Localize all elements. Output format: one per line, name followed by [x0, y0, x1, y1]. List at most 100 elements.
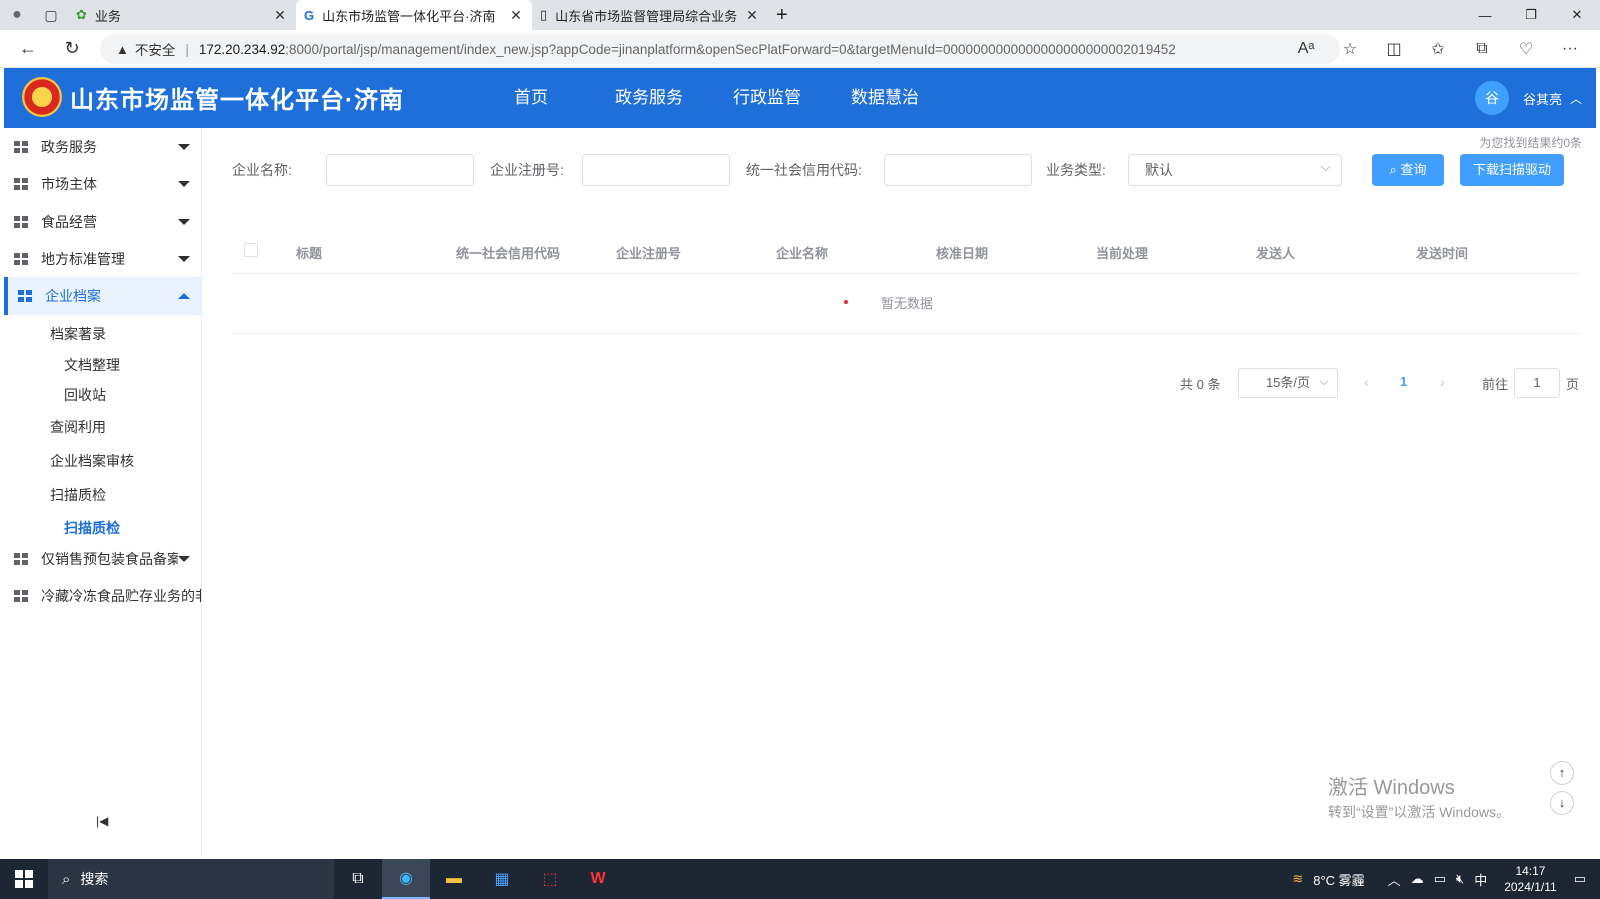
network-icon[interactable]: ▭ — [1434, 871, 1446, 887]
task-view-icon[interactable]: ⧉ — [334, 859, 382, 899]
chevron-up-icon[interactable]: ︿ — [1388, 870, 1401, 889]
watermark-line1: 激活 Windows — [1328, 777, 1455, 799]
goto-page-input[interactable]: 1 — [1514, 368, 1560, 398]
refresh-icon[interactable]: ↻ — [50, 30, 94, 68]
tab-favicon-icon: ✿ — [76, 7, 87, 22]
reg-no-label: 企业注册号: — [490, 162, 564, 178]
main-content: 为您找到结果约0条 企业名称: 企业注册号: 统一社会信用代码: 业务类型: 默… — [212, 128, 1596, 856]
sidebar-leaf-recycle[interactable]: 回收站 — [4, 380, 202, 410]
page-size-select[interactable]: 15条/页 — [1238, 368, 1338, 398]
store-icon[interactable]: ▦ — [478, 859, 526, 899]
user-menu[interactable]: 谷 谷其亮 ︿ — [1474, 81, 1582, 115]
browser-tab-active[interactable]: G 山东市场监管一体化平台·济南 ✕ — [296, 0, 532, 30]
sidebar-leaf-doc-organize[interactable]: 文档整理 — [4, 350, 202, 380]
start-button[interactable] — [0, 859, 48, 899]
query-button[interactable]: ⌕ 查询 — [1372, 154, 1444, 186]
company-name-input[interactable] — [326, 154, 474, 186]
sidebar-sub-archive-catalog[interactable]: 档案著录 — [4, 318, 202, 350]
notification-icon[interactable]: ▭ — [1574, 871, 1586, 887]
download-scan-driver-button[interactable]: 下载扫描驱动 — [1460, 154, 1564, 186]
reg-no-input[interactable] — [582, 154, 730, 186]
col-approval-date: 核准日期 — [936, 246, 989, 261]
file-explorer-icon[interactable]: ▬ — [430, 859, 478, 899]
security-label: 不安全 — [134, 43, 176, 58]
caret-up-icon — [178, 293, 190, 299]
read-aloud-icon[interactable]: Aᵃ — [1284, 40, 1328, 58]
collections-icon[interactable]: ⧉ — [1460, 40, 1504, 58]
sidebar-sub-label: 扫描质检 — [64, 520, 120, 536]
table-header: 标题 统一社会信用代码 企业注册号 企业名称 核准日期 当前处理 发送人 发送时… — [232, 228, 1582, 274]
sidebar-item-food-business[interactable]: 食品经营 — [4, 203, 202, 241]
prev-page-icon[interactable]: ‹ — [1364, 374, 1369, 390]
more-menu-icon[interactable]: ··· — [1548, 40, 1592, 58]
close-tab-icon[interactable]: ✕ — [508, 7, 524, 24]
top-nav: 首页 政务服务 行政监管 数据慧治 — [472, 68, 944, 128]
nav-home[interactable]: 首页 — [472, 68, 590, 128]
sidebar-sub-scan-qc[interactable]: 扫描质检 — [4, 478, 202, 512]
search-form: 企业名称: 企业注册号: 统一社会信用代码: 业务类型: 默认 ⌕ 查询 下载扫… — [232, 154, 1572, 186]
avatar: 谷 — [1474, 81, 1509, 115]
sidebar-item-enterprise-archive[interactable]: 企业档案 — [4, 277, 202, 315]
scroll-up-button[interactable]: ↑ — [1550, 761, 1574, 785]
scroll-down-button[interactable]: ↓ — [1550, 791, 1574, 815]
current-page[interactable]: 1 — [1400, 374, 1407, 389]
edge-browser-icon[interactable]: ◉ — [382, 859, 430, 899]
new-tab-button[interactable]: + — [768, 0, 802, 30]
sidebar: 政务服务 市场主体 食品经营 地方标准管理 企业档案 档案著录 文档整理 回收站… — [4, 128, 202, 856]
credit-code-input[interactable] — [884, 154, 1032, 186]
sidebar-item-label: 冷藏冷冻食品贮存业务的非 — [41, 588, 202, 604]
windows-icon — [15, 870, 33, 888]
favorites-icon[interactable]: ✩ — [1416, 39, 1460, 59]
grid-icon — [14, 177, 29, 191]
sidebar-item-local-standards[interactable]: 地方标准管理 — [4, 240, 202, 278]
browser-tab[interactable]: ▯ 山东省市场监督管理局综合业务 ✕ — [532, 0, 768, 30]
sidebar-item-prepackaged-food[interactable]: 仅销售预包装食品备案 — [4, 540, 202, 578]
close-window-icon[interactable]: ✕ — [1554, 0, 1600, 30]
cloud-icon[interactable]: ☁ — [1411, 871, 1424, 887]
wps-icon[interactable]: W — [574, 859, 622, 899]
close-tab-icon[interactable]: ✕ — [272, 7, 288, 24]
pdf-icon[interactable]: ⬚ — [526, 859, 574, 899]
empty-row: 暂无数据 — [232, 274, 1582, 334]
app-title: 山东市场监管一体化平台·济南 — [70, 87, 404, 114]
nav-gov-service[interactable]: 政务服务 — [590, 68, 708, 128]
browser-tab[interactable]: ✿ 业务 ✕ — [68, 0, 296, 30]
sidebar-item-label: 企业档案 — [45, 288, 101, 304]
sidebar-item-gov-service[interactable]: 政务服务 — [4, 128, 202, 166]
minimize-icon[interactable]: — — [1462, 0, 1508, 30]
restore-icon[interactable]: ❐ — [1508, 0, 1554, 30]
favorite-star-icon[interactable]: ☆ — [1328, 39, 1372, 59]
grid-icon — [14, 552, 29, 566]
sidebar-item-market-entity[interactable]: 市场主体 — [4, 165, 202, 203]
back-icon[interactable]: ← — [6, 30, 50, 68]
clock[interactable]: 14:17 2024/1/11 — [1504, 863, 1557, 895]
url-host: 172.20.234.92 — [198, 41, 286, 57]
taskbar-search[interactable]: ⌕ 搜索 — [48, 859, 334, 899]
weather-text[interactable]: 8°C 雾霾 — [1313, 870, 1364, 889]
volume-muted-icon[interactable]: 🔇︎ — [1456, 871, 1464, 887]
user-name: 谷其亮 — [1522, 91, 1562, 107]
next-page-icon[interactable]: › — [1440, 374, 1445, 390]
extensions-icon[interactable]: ♡ — [1504, 39, 1548, 59]
nav-data-governance[interactable]: 数据慧治 — [826, 68, 944, 128]
ime-indicator[interactable]: 中 — [1474, 870, 1487, 889]
profile-icon[interactable]: ● — [0, 0, 34, 30]
url-field[interactable]: ▲ 不安全 | 172.20.234.92:8000/portal/jsp/ma… — [100, 34, 1340, 64]
sidebar-item-cold-storage[interactable]: 冷藏冷冻食品贮存业务的非 — [4, 577, 202, 615]
biz-type-select[interactable]: 默认 — [1128, 154, 1342, 186]
collapse-sidebar-icon[interactable]: |◀ — [96, 814, 108, 828]
sidebar-sub-label: 回收站 — [64, 387, 106, 403]
select-all-checkbox[interactable] — [244, 243, 258, 257]
tab-title: 业务 — [94, 8, 121, 24]
credit-code-label: 统一社会信用代码: — [746, 162, 862, 178]
sidebar-sub-label: 扫描质检 — [50, 487, 106, 503]
nav-admin-supervision[interactable]: 行政监管 — [708, 68, 826, 128]
caret-down-icon — [178, 219, 190, 225]
tab-actions-icon[interactable]: ▢ — [34, 0, 68, 30]
tab-favicon-icon: G — [304, 7, 315, 23]
sidebar-sub-query-use[interactable]: 查阅利用 — [4, 410, 202, 444]
taskbar: ⌕ 搜索 ⧉ ◉ ▬ ▦ ⬚ W ≋ 8°C 雾霾 ︿ ☁ ▭ 🔇︎ 中 14:… — [0, 859, 1600, 899]
split-screen-icon[interactable]: ◫ — [1372, 39, 1416, 59]
close-tab-icon[interactable]: ✕ — [744, 7, 760, 24]
sidebar-sub-archive-review[interactable]: 企业档案审核 — [4, 444, 202, 478]
